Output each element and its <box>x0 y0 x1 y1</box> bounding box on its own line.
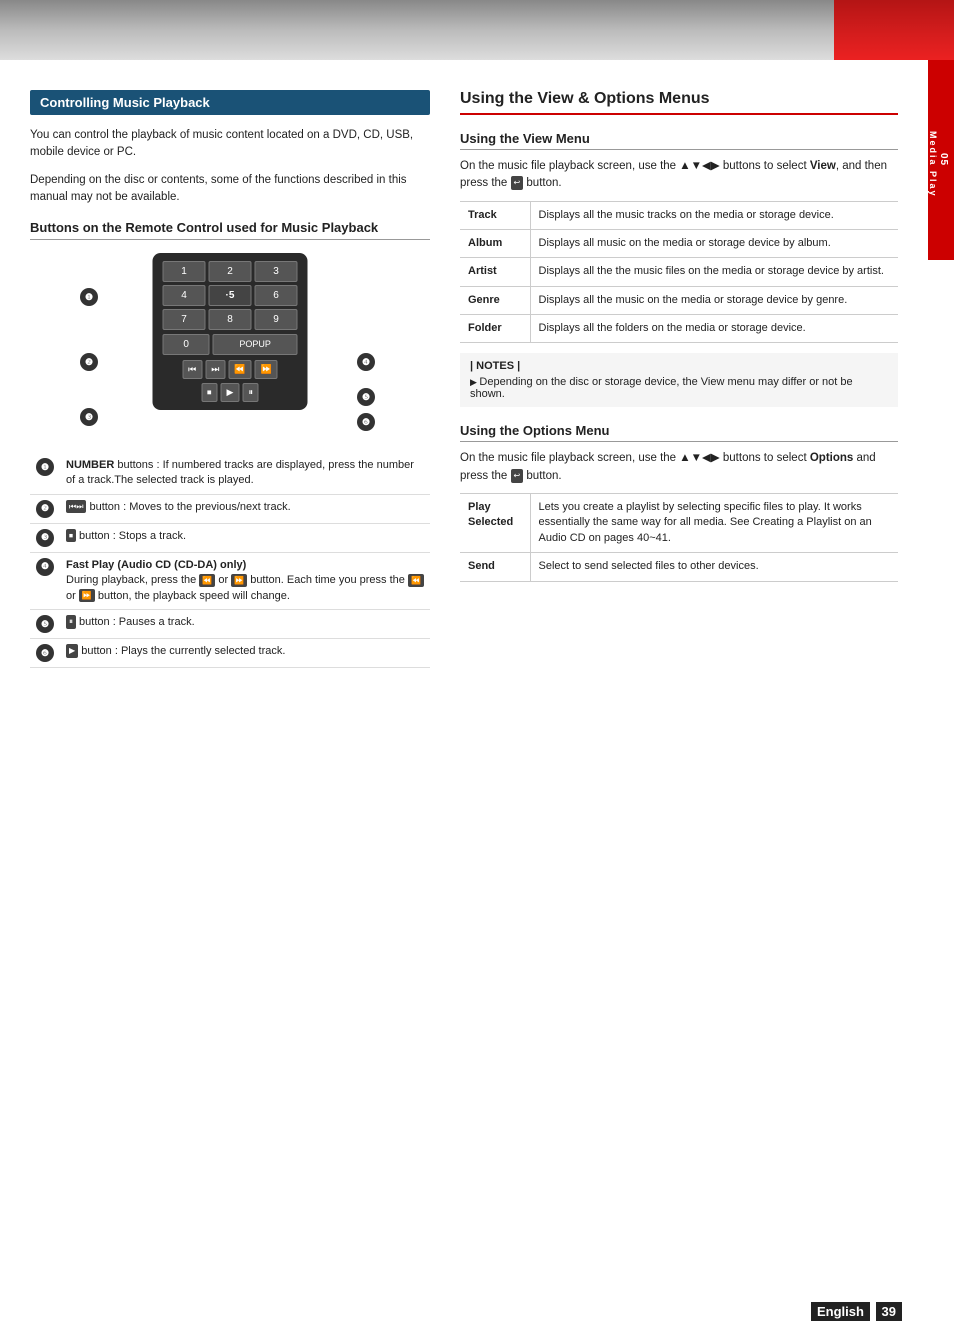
desc-num-3: ❸ <box>30 523 60 552</box>
remote-btn-6: 6 <box>255 285 298 306</box>
notes-item-1: Depending on the disc or storage device,… <box>470 376 888 400</box>
table-row-send: Send Select to send selected files to ot… <box>460 553 898 581</box>
table-row: ❶ NUMBER buttons : If numbered tracks ar… <box>30 453 430 494</box>
remote-btn-7: 7 <box>163 309 206 330</box>
view-label-folder: Folder <box>460 315 530 343</box>
remote-transport-row1: ⏮ ⏭ ⏪ ⏩ <box>163 360 298 379</box>
desc-num-6: ❻ <box>30 638 60 667</box>
desc-num-4: ❹ <box>30 552 60 609</box>
table-row-artist: Artist Displays all the the music files … <box>460 258 898 286</box>
remote-playback-row: ⏹ ▶ ⏸ <box>163 383 298 402</box>
view-menu-intro: On the music file playback screen, use t… <box>460 158 898 193</box>
desc-text-4: Fast Play (Audio CD (CD-DA) only) During… <box>60 552 430 609</box>
notes-box: | NOTES | Depending on the disc or stora… <box>460 353 898 407</box>
footer-label: English <box>811 1302 870 1321</box>
remote-btn-popup: POPUP <box>213 334 298 355</box>
left-intro1: You can control the playback of music co… <box>30 127 430 162</box>
desc-text-5: ⏸ button : Pauses a track. <box>60 609 430 638</box>
top-bar-accent <box>834 0 954 60</box>
desc-text-2: ⏮⏭ button : Moves to the previous/next t… <box>60 494 430 523</box>
view-label-artist: Artist <box>460 258 530 286</box>
table-row: ❹ Fast Play (Audio CD (CD-DA) only) Duri… <box>30 552 430 609</box>
remote-btn-5: ·5 <box>209 285 252 306</box>
view-desc-artist: Displays all the the music files on the … <box>530 258 898 286</box>
left-column: Controlling Music Playback You can contr… <box>30 90 430 668</box>
view-menu-heading: Using the View Menu <box>460 131 898 150</box>
options-label-play-selected: Play Selected <box>460 493 530 552</box>
remote-numpad: 1 2 3 4 ·5 6 7 8 9 <box>163 261 298 330</box>
main-content: Controlling Music Playback You can contr… <box>0 60 928 698</box>
remote-diagram: ❶ ❷ ❸ ❹ ❺ ❻ 1 <box>70 248 390 443</box>
remote-btn-prev: ⏮ <box>182 360 202 379</box>
view-label-genre: Genre <box>460 286 530 314</box>
left-intro2: Depending on the disc or contents, some … <box>30 172 430 207</box>
table-row-play-selected: Play Selected Lets you create a playlist… <box>460 493 898 552</box>
remote-btn-rew: ⏪ <box>228 360 251 379</box>
desc-num-2: ❷ <box>30 494 60 523</box>
options-menu-heading: Using the Options Menu <box>460 423 898 442</box>
desc-num-1: ❶ <box>30 453 60 494</box>
table-row: ❺ ⏸ button : Pauses a track. <box>30 609 430 638</box>
remote-zero-row: 0 POPUP <box>163 334 298 355</box>
side-tab-number: 05 <box>938 153 949 166</box>
remote-btn-next: ⏭ <box>205 360 225 379</box>
remote-btn-2: 2 <box>209 261 252 282</box>
remote-btn-pause: ⏸ <box>242 383 259 402</box>
options-desc-play-selected: Lets you create a playlist by selecting … <box>530 493 898 552</box>
remote-section-heading: Buttons on the Remote Control used for M… <box>30 220 430 240</box>
callout-3: ❸ <box>80 408 98 426</box>
remote-btn-stop: ⏹ <box>201 383 218 402</box>
options-label-send: Send <box>460 553 530 581</box>
page-footer: English 39 <box>811 1304 904 1319</box>
desc-text-1: NUMBER buttons : If numbered tracks are … <box>60 453 430 494</box>
callout-6: ❻ <box>357 413 375 431</box>
table-row-genre: Genre Displays all the music on the medi… <box>460 286 898 314</box>
remote-btn-8: 8 <box>209 309 252 330</box>
remote-body: 1 2 3 4 ·5 6 7 8 9 0 POPUP <box>153 253 308 410</box>
remote-btn-ff: ⏩ <box>255 360 278 379</box>
side-tab: 05 Media Play <box>928 60 954 260</box>
desc-text-6: ▶ button : Plays the currently selected … <box>60 638 430 667</box>
table-row: ❸ ⏹ button : Stops a track. <box>30 523 430 552</box>
footer-page-num: 39 <box>876 1302 902 1321</box>
side-tab-label: Media Play <box>928 131 938 198</box>
options-desc-send: Select to send selected files to other d… <box>530 553 898 581</box>
table-row-track: Track Displays all the music tracks on t… <box>460 201 898 229</box>
remote-btn-9: 9 <box>255 309 298 330</box>
remote-btn-4: 4 <box>163 285 206 306</box>
remote-btn-play: ▶ <box>221 383 240 402</box>
left-section-header: Controlling Music Playback <box>30 90 430 115</box>
right-column: Using the View & Options Menus Using the… <box>460 90 898 668</box>
top-bar <box>0 0 954 60</box>
view-menu-table: Track Displays all the music tracks on t… <box>460 201 898 344</box>
remote-btn-0: 0 <box>163 334 210 355</box>
options-menu-table: Play Selected Lets you create a playlist… <box>460 493 898 582</box>
right-main-heading: Using the View & Options Menus <box>460 90 898 115</box>
table-row: ❻ ▶ button : Plays the currently selecte… <box>30 638 430 667</box>
view-label-album: Album <box>460 229 530 257</box>
table-row: ❷ ⏮⏭ button : Moves to the previous/next… <box>30 494 430 523</box>
callout-4: ❹ <box>357 353 375 371</box>
callout-1: ❶ <box>80 288 98 306</box>
view-desc-genre: Displays all the music on the media or s… <box>530 286 898 314</box>
view-label-track: Track <box>460 201 530 229</box>
remote-btn-1: 1 <box>163 261 206 282</box>
view-desc-track: Displays all the music tracks on the med… <box>530 201 898 229</box>
table-row-album: Album Displays all music on the media or… <box>460 229 898 257</box>
button-desc-table: ❶ NUMBER buttons : If numbered tracks ar… <box>30 453 430 668</box>
desc-num-5: ❺ <box>30 609 60 638</box>
view-desc-album: Displays all music on the media or stora… <box>530 229 898 257</box>
options-menu-intro: On the music file playback screen, use t… <box>460 450 898 485</box>
remote-btn-3: 3 <box>255 261 298 282</box>
view-desc-folder: Displays all the folders on the media or… <box>530 315 898 343</box>
callout-2: ❷ <box>80 353 98 371</box>
notes-title: | NOTES | <box>470 360 888 372</box>
table-row-folder: Folder Displays all the folders on the m… <box>460 315 898 343</box>
callout-5: ❺ <box>357 388 375 406</box>
desc-text-3: ⏹ button : Stops a track. <box>60 523 430 552</box>
